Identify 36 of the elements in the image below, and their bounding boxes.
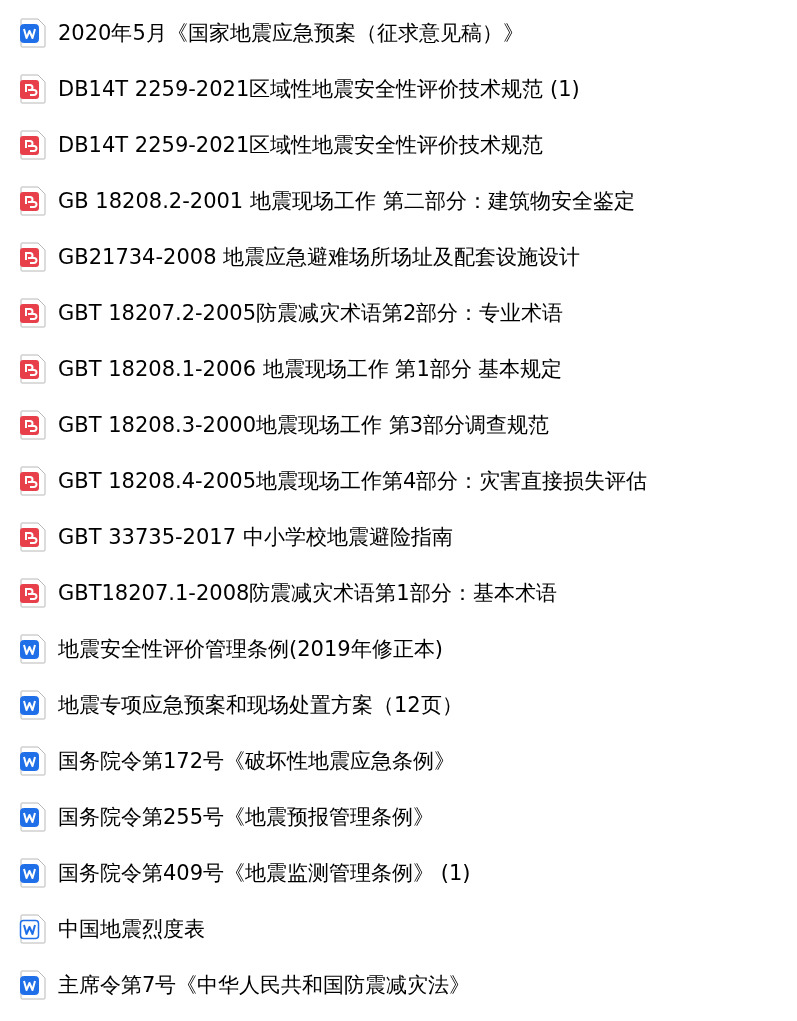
file-name[interactable]: DB14T 2259-2021区域性地震安全性评价技术规范 (1) <box>58 78 580 100</box>
file-name[interactable]: GBT 18208.1-2006 地震现场工作 第1部分 基本规定 <box>58 358 563 380</box>
pdf-file-icon <box>19 130 47 160</box>
word-file-icon <box>19 858 47 888</box>
file-name[interactable]: 2020年5月《国家地震应急预案（征求意见稿）》 <box>58 22 524 44</box>
file-name[interactable]: DB14T 2259-2021区域性地震安全性评价技术规范 <box>58 134 544 156</box>
file-name[interactable]: 地震安全性评价管理条例(2019年修正本) <box>58 638 443 660</box>
file-name[interactable]: GBT18207.1-2008防震减灾术语第1部分：基本术语 <box>58 582 557 604</box>
file-name[interactable]: GB 18208.2-2001 地震现场工作 第二部分：建筑物安全鉴定 <box>58 190 635 212</box>
file-name[interactable]: GBT 18207.2-2005防震减灾术语第2部分：专业术语 <box>58 302 564 324</box>
word-file-icon <box>19 802 47 832</box>
word-file-icon <box>19 634 47 664</box>
file-name[interactable]: 国务院令第409号《地震监测管理条例》 (1) <box>58 862 471 884</box>
pdf-file-icon <box>19 186 47 216</box>
file-name[interactable]: GBT 18208.4-2005地震现场工作第4部分：灾害直接损失评估 <box>58 470 648 492</box>
file-name[interactable]: 中国地震烈度表 <box>58 918 205 940</box>
file-name[interactable]: 主席令第7号《中华人民共和国防震减灾法》 <box>58 974 471 996</box>
file-name[interactable]: 地震专项应急预案和现场处置方案（12页） <box>58 694 463 716</box>
file-name[interactable]: 国务院令第255号《地震预报管理条例》 <box>58 806 435 828</box>
word-file-icon <box>19 746 47 776</box>
pdf-file-icon <box>19 74 47 104</box>
word-file-icon <box>19 690 47 720</box>
pdf-file-icon <box>19 298 47 328</box>
file-name[interactable]: GB21734-2008 地震应急避难场所场址及配套设施设计 <box>58 246 581 268</box>
word-file-icon <box>19 970 47 1000</box>
file-name[interactable]: GBT 33735-2017 中小学校地震避险指南 <box>58 526 453 548</box>
pdf-file-icon <box>19 578 47 608</box>
file-name[interactable]: 国务院令第172号《破坏性地震应急条例》 <box>58 750 456 772</box>
pdf-file-icon <box>19 242 47 272</box>
word-file-icon <box>19 914 47 944</box>
pdf-file-icon <box>19 410 47 440</box>
word-file-icon <box>19 18 47 48</box>
pdf-file-icon <box>19 466 47 496</box>
pdf-file-icon <box>19 522 47 552</box>
pdf-file-icon <box>19 354 47 384</box>
file-name[interactable]: GBT 18208.3-2000地震现场工作 第3部分调查规范 <box>58 414 550 436</box>
